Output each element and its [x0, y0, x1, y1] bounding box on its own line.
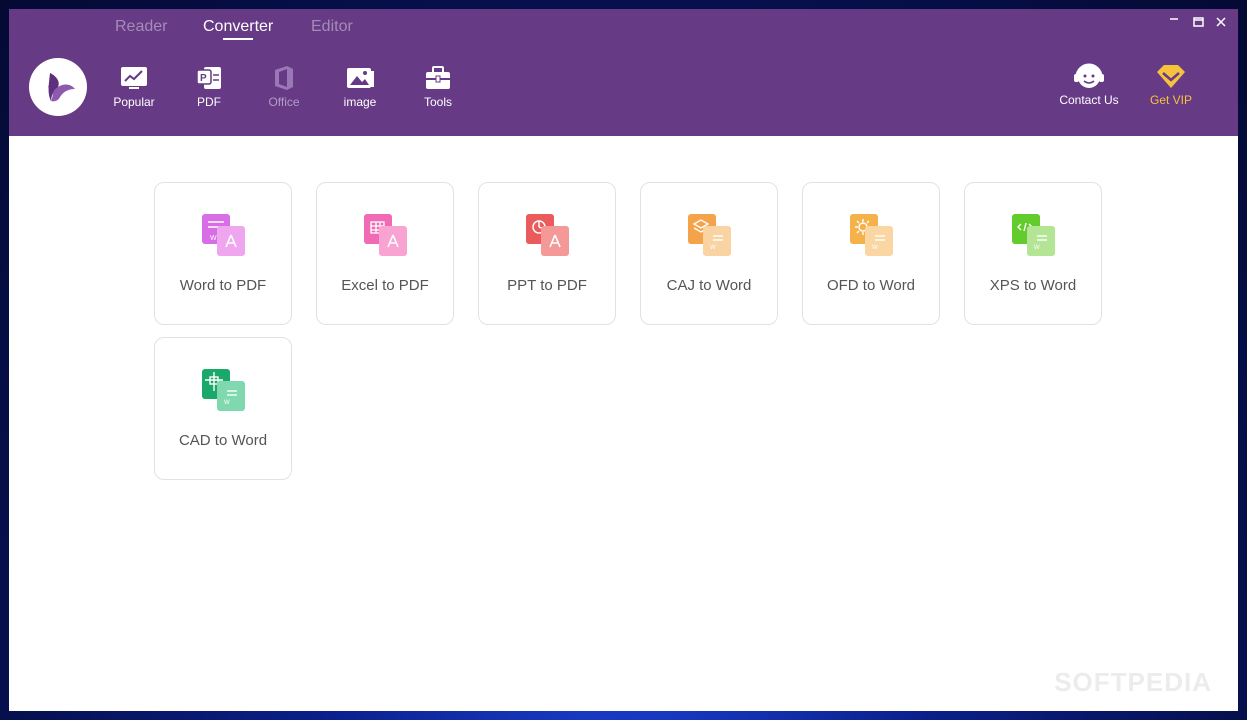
card-ppt-to-pdf[interactable]: PPT to PDF [478, 182, 616, 325]
card-xps-to-word[interactable]: W XPS to Word [964, 182, 1102, 325]
diamond-icon [1131, 62, 1211, 90]
card-label: Word to PDF [179, 277, 267, 294]
get-vip-button[interactable]: Get VIP [1131, 62, 1211, 107]
card-word-to-pdf[interactable]: W Word to PDF [154, 182, 292, 325]
word-to-pdf-icon: W [202, 214, 246, 256]
toolbar-image-label: image [343, 95, 377, 109]
tab-reader[interactable]: Reader [115, 18, 167, 36]
svg-text:W: W [872, 245, 878, 251]
ofd-to-word-icon: W [850, 214, 894, 256]
toolbar-tools-label: Tools [423, 95, 452, 109]
excel-to-pdf-icon [364, 214, 408, 256]
cad-to-word-icon: W [202, 369, 246, 411]
card-cad-to-word[interactable]: W CAD to Word [154, 337, 292, 480]
card-excel-to-pdf[interactable]: Excel to PDF [316, 182, 454, 325]
toolbar-popular-label: Popular [113, 95, 155, 109]
caj-to-word-icon: W [688, 214, 732, 256]
toolbar-popular[interactable]: Popular [104, 65, 164, 109]
active-tab-indicator [223, 38, 253, 40]
svg-text:W: W [210, 235, 217, 242]
svg-text:W: W [710, 245, 716, 251]
ppt-to-pdf-icon [526, 214, 570, 256]
close-icon[interactable] [1214, 15, 1228, 29]
card-label: OFD to Word [826, 277, 916, 294]
card-label: Excel to PDF [341, 277, 429, 294]
minimize-icon[interactable] [1167, 15, 1181, 29]
get-vip-label: Get VIP [1149, 93, 1193, 107]
contact-us-button[interactable]: Contact Us [1049, 62, 1129, 107]
card-label: XPS to Word [989, 277, 1077, 294]
svg-text:P: P [200, 73, 207, 84]
card-ofd-to-word[interactable]: W OFD to Word [802, 182, 940, 325]
app-logo [29, 58, 87, 116]
card-label: CAD to Word [178, 432, 268, 449]
card-caj-to-word[interactable]: W CAJ to Word [640, 182, 778, 325]
maximize-icon[interactable] [1191, 15, 1205, 29]
card-label: CAJ to Word [666, 277, 752, 294]
svg-text:W: W [224, 400, 230, 406]
toolbar-image[interactable]: image [330, 65, 390, 109]
tab-editor[interactable]: Editor [311, 18, 353, 36]
headset-icon [1049, 62, 1129, 90]
image-icon [330, 65, 390, 91]
chart-icon [104, 65, 164, 91]
office-icon [254, 65, 314, 91]
toolbar-tools[interactable]: Tools [408, 65, 468, 109]
pdf-icon: P [179, 65, 239, 91]
watermark: SOFTPEDIA [1054, 667, 1212, 697]
toolbar-office-label: Office [268, 95, 300, 109]
toolbar-pdf-label: PDF [197, 95, 221, 109]
svg-text:W: W [1034, 245, 1040, 251]
card-label: PPT to PDF [507, 277, 587, 294]
toolbox-icon [408, 65, 468, 91]
contact-us-label: Contact Us [1059, 93, 1119, 107]
app-window: Reader Converter Editor Popular P PDF Of… [9, 9, 1238, 711]
toolbar-office[interactable]: Office [254, 65, 314, 109]
toolbar-pdf[interactable]: P PDF [179, 65, 239, 109]
xps-to-word-icon: W [1012, 214, 1056, 256]
header-bar: Reader Converter Editor Popular P PDF Of… [9, 9, 1238, 136]
tab-converter[interactable]: Converter [203, 18, 273, 36]
